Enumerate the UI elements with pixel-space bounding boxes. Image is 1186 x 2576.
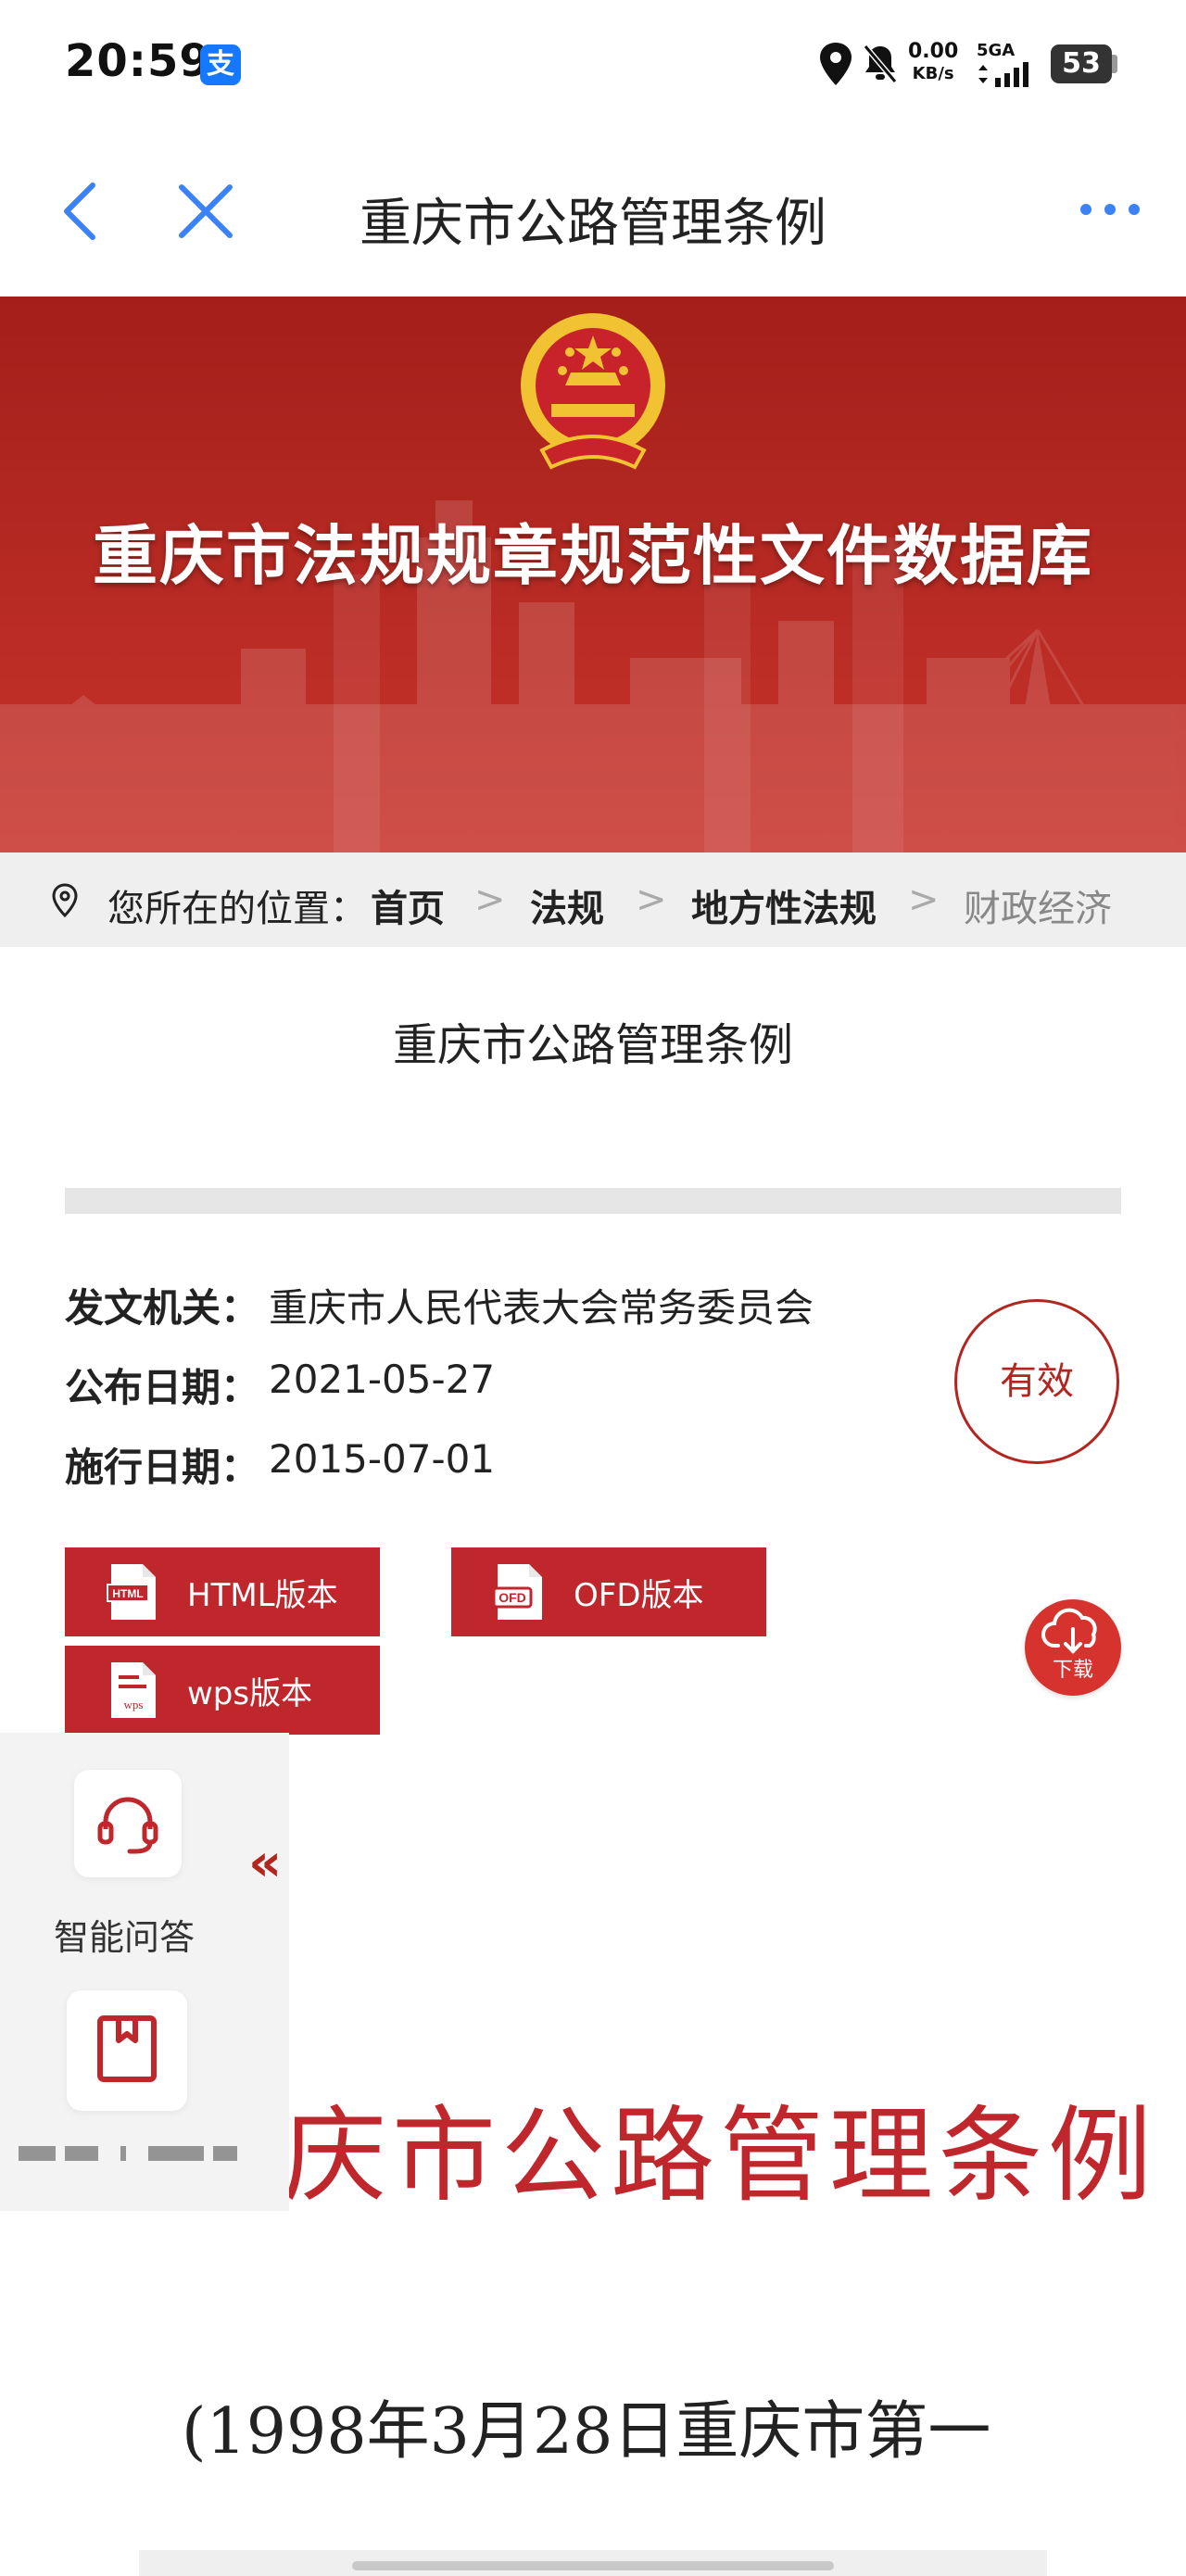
issuer-label: 发文机关： [65,1285,260,1331]
effective-date-label: 施行日期： [65,1445,260,1490]
signal-bars-icon [978,62,1028,87]
battery-indicator: 53 [1051,44,1112,83]
wps-version-label: wps版本 [187,1674,313,1712]
breadcrumb-item-regulations[interactable]: 法规 [530,878,604,932]
battery-tip [1112,55,1117,73]
ofd-file-icon: OFD [492,1564,542,1620]
status-badge: 有效 [954,1299,1119,1464]
ofd-version-label: OFD版本 [574,1576,704,1614]
headset-icon [97,1797,158,1854]
document-title: 重庆市公路管理条例 [392,1019,793,1071]
national-emblem-icon [521,313,665,470]
breadcrumb-separator: > [474,878,506,921]
ofd-version-button[interactable]: OFD OFD版本 [451,1547,766,1636]
ofd-icon-text: OFD [498,1590,526,1605]
breadcrumb-separator: > [636,878,667,921]
breadcrumb-item-local-regulations[interactable]: 地方性法规 [691,878,877,932]
html-version-label: HTML版本 [187,1576,338,1614]
bookmark-icon [97,2015,157,2082]
download-button[interactable]: 下载 [1025,1599,1121,1696]
wps-file-icon: wps [111,1662,156,1718]
bookmark-button[interactable] [67,1990,187,2111]
html-file-icon: HTML [107,1564,156,1620]
effective-date-value: 2015-07-01 [269,1436,496,1482]
net-speed-value: 0.00 [908,40,959,63]
smart-qa-label: 智能问答 [54,1917,196,1958]
nav-title: 重庆市公路管理条例 [360,194,826,254]
wps-version-button[interactable]: wps wps版本 [65,1646,380,1735]
net-speed: 0.00 KB/s [908,41,958,85]
content-heading: 庆市公路管理条例 [283,2096,1157,2216]
obscured-label [19,2144,241,2163]
mute-bell-icon [863,44,898,83]
home-indicator[interactable] [352,2561,834,2570]
cloud-download-icon [1041,1608,1097,1654]
more-icon[interactable] [1077,198,1143,221]
publish-date-value: 2021-05-27 [269,1357,496,1402]
breadcrumb-item-home[interactable]: 首页 [371,878,445,932]
banner-title: 重庆市法规规章规范性文件数据库 [93,518,1093,594]
issuer-value: 重庆市人民代表大会常务委员会 [269,1285,814,1331]
download-label: 下载 [1052,1659,1093,1682]
blurred-text-placeholder [19,2146,237,2161]
content-paragraph: (1998年3月28日重庆市第一 [182,2395,991,2469]
smart-qa-button[interactable] [74,1770,182,1877]
breadcrumb-item-current: 财政经济 [964,888,1112,930]
html-version-button[interactable]: HTML HTML版本 [65,1547,380,1636]
location-pin-icon [52,883,78,918]
signal-type: 5GA [977,41,1016,60]
divider [65,1188,1121,1214]
status-time: 20:59 [65,35,211,87]
net-speed-unit: KB/s [912,64,954,83]
breadcrumb-label: 您所在的位置： [107,888,367,930]
location-icon [820,43,852,85]
alipay-icon: 支 [200,44,241,85]
wps-icon-text: wps [124,1698,144,1711]
breadcrumb-separator: > [908,878,940,921]
publish-date-label: 公布日期： [65,1365,260,1410]
collapse-panel-icon[interactable]: « [248,1833,282,1893]
html-icon-text: HTML [112,1587,143,1600]
